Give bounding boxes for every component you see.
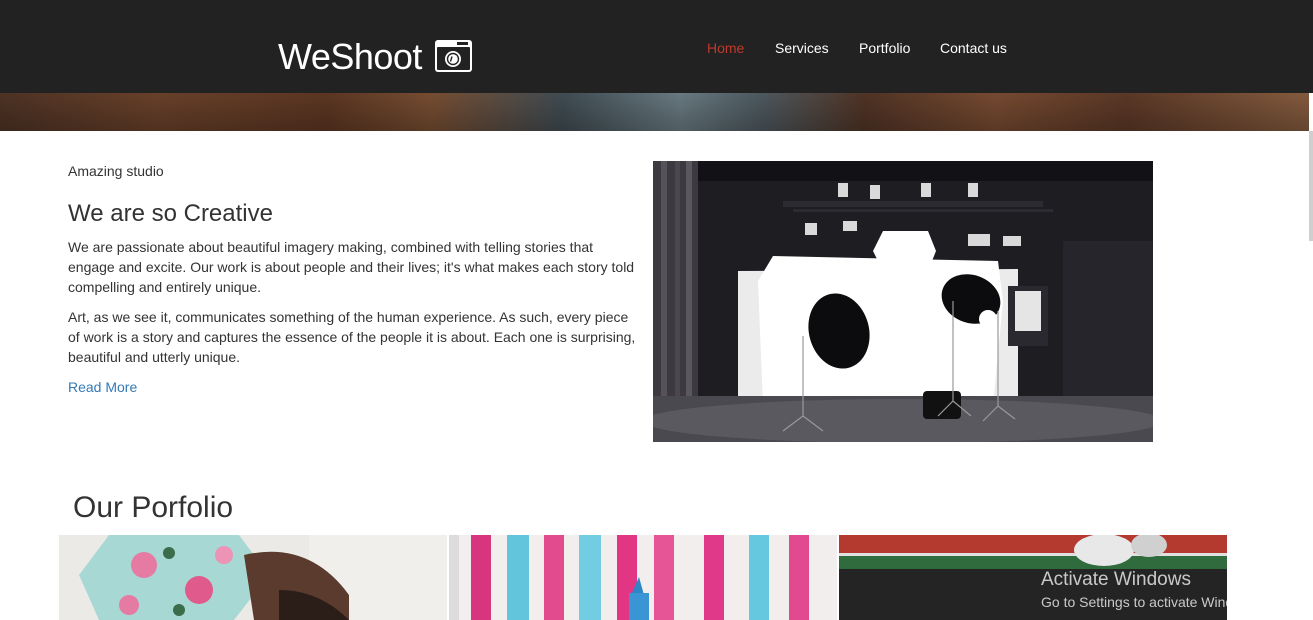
about-tagline: Amazing studio [68,163,164,179]
activate-windows-watermark: Activate Windows Go to Settings to activ… [1041,568,1262,612]
camera-icon[interactable] [435,40,472,72]
about-title: We are so Creative [68,200,273,227]
read-more-link[interactable]: Read More [68,379,137,395]
nav-portfolio[interactable]: Portfolio [859,40,910,56]
watermark-title: Activate Windows [1041,569,1191,590]
about-paragraph-1: We are passionate about beautiful imager… [68,239,635,295]
site-header: WeShoot Home Services Portfolio Contact … [0,0,1313,93]
nav-services[interactable]: Services [775,40,829,56]
about-paragraph-2: Art, as we see it, communicates somethin… [68,309,636,365]
nav-home[interactable]: Home [707,40,744,56]
page-scrollbar[interactable] [1309,131,1313,241]
studio-photo [653,161,1153,442]
portfolio-thumb-1[interactable] [59,535,447,620]
hero-image [0,93,1309,131]
portfolio-title: Our Porfolio [73,491,234,524]
portfolio-thumb-2[interactable] [449,535,837,620]
nav-contact-us[interactable]: Contact us [940,40,1007,56]
watermark-subtitle: Go to Settings to activate Windows. [1041,594,1262,610]
site-logo[interactable]: WeShoot [278,36,422,78]
